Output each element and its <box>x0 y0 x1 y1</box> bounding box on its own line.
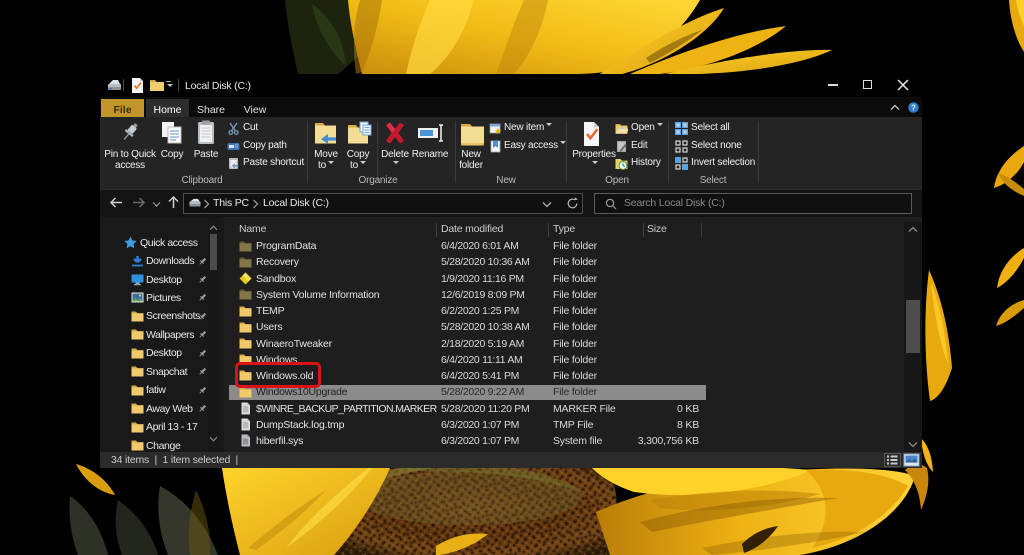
svg-text:?: ? <box>911 103 916 112</box>
